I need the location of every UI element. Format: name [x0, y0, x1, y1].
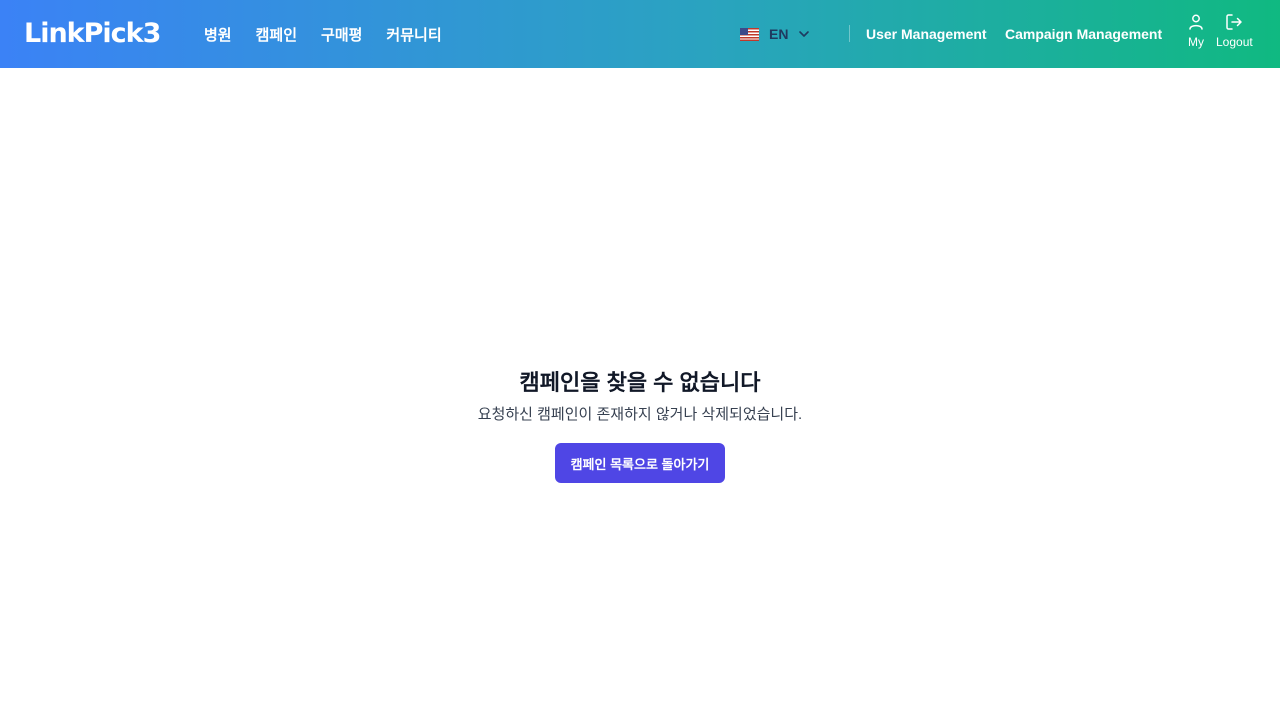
- header-divider: [849, 25, 850, 42]
- chevron-down-icon: [799, 31, 810, 37]
- nav-item-campaign[interactable]: 캠페인: [256, 24, 297, 45]
- user-icon: [1189, 14, 1203, 30]
- campaign-management-link[interactable]: Campaign Management: [1005, 24, 1162, 44]
- user-management-link[interactable]: User Management: [866, 24, 987, 44]
- nav-item-hospital[interactable]: 병원: [204, 24, 232, 45]
- my-label: My: [1188, 35, 1204, 49]
- language-selector[interactable]: EN: [740, 22, 810, 46]
- main-nav: 병원 캠페인 구매평 커뮤니티: [204, 0, 466, 68]
- language-code: EN: [769, 26, 789, 42]
- logo[interactable]: LinkPick3: [24, 15, 161, 53]
- my-page-button[interactable]: My: [1187, 13, 1205, 49]
- nav-item-reviews[interactable]: 구매평: [321, 24, 362, 45]
- logout-icon: [1226, 14, 1243, 30]
- nav-item-community[interactable]: 커뮤니티: [386, 24, 441, 45]
- page-subtitle: 요청하신 캠페인이 존재하지 않거나 삭제되었습니다.: [477, 406, 803, 423]
- page-title: 캠페인을 찾을 수 없습니다: [519, 370, 761, 395]
- logout-label: Logout: [1216, 35, 1253, 49]
- not-found-panel: 캠페인을 찾을 수 없습니다 요청하신 캠페인이 존재하지 않거나 삭제되었습니…: [0, 368, 1280, 483]
- us-flag-icon: [740, 27, 759, 41]
- logout-button[interactable]: Logout: [1216, 13, 1253, 49]
- top-header: LinkPick3 병원 캠페인 구매평 커뮤니티 EN User Manage…: [0, 0, 1280, 68]
- back-to-campaigns-button[interactable]: 캠페인 목록으로 돌아가기: [554, 443, 726, 483]
